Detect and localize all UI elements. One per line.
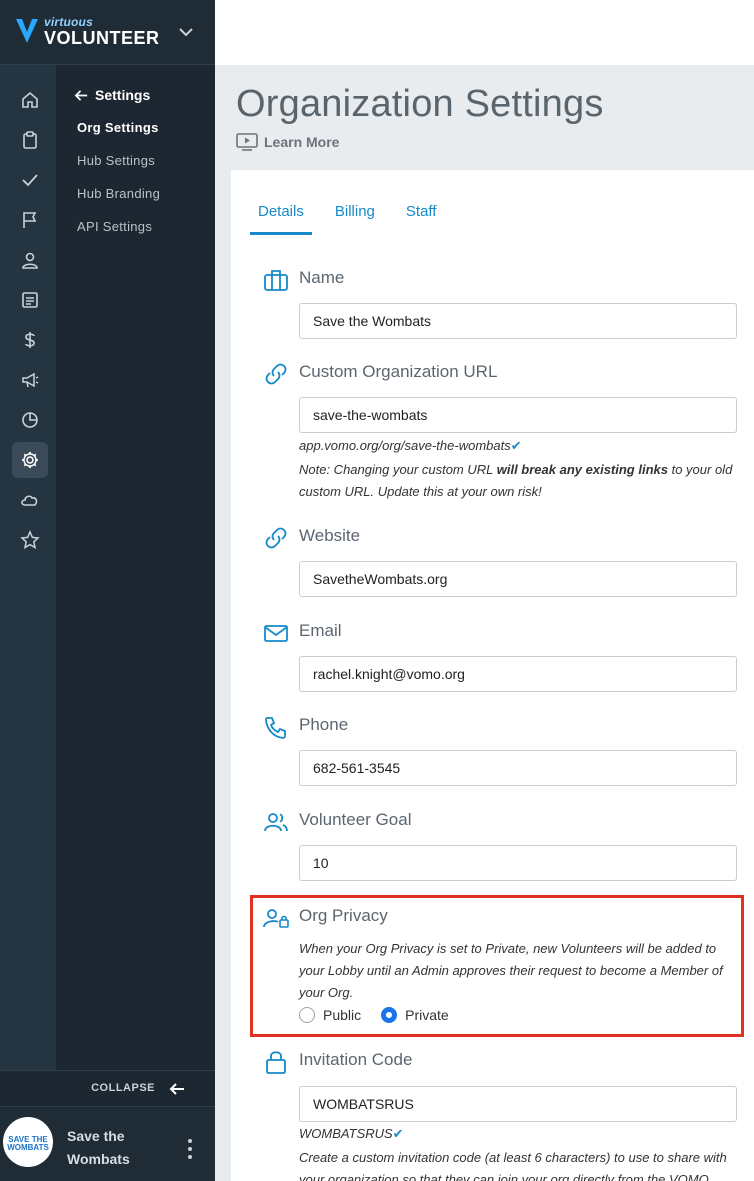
dollar-icon[interactable] — [12, 322, 48, 358]
video-play-icon — [236, 133, 258, 151]
settings-nav — [56, 65, 215, 1070]
privacy-option-public[interactable]: Public — [299, 1007, 361, 1023]
custom-url-preview-text: app.vomo.org/org/save-the-wombats — [299, 438, 511, 453]
nav-item-hub-branding[interactable]: Hub Branding — [77, 186, 160, 201]
tab-staff[interactable]: Staff — [398, 201, 445, 235]
name-field: Name Save the Wombats — [262, 268, 742, 340]
collapse-button[interactable]: COLLAPSE — [0, 1070, 215, 1106]
website-label: Website — [299, 526, 361, 545]
privacy-public-label: Public — [323, 1007, 362, 1023]
website-field: Website SavetheWombats.org — [262, 526, 742, 598]
nav-item-api-settings[interactable]: API Settings — [77, 219, 152, 234]
collapse-label: COLLAPSE — [91, 1082, 155, 1094]
invitation-code-preview: WOMBATSRUS✔ — [299, 1123, 739, 1145]
gear-icon[interactable] — [12, 442, 48, 478]
learn-more-label: Learn More — [264, 134, 340, 150]
brand-header[interactable]: virtuous VOLUNTEER — [0, 0, 215, 65]
pie-chart-icon[interactable] — [12, 402, 48, 438]
link-icon — [265, 527, 287, 549]
invitation-code-note: Create a custom invitation code (at leas… — [299, 1150, 727, 1181]
document-icon[interactable] — [12, 282, 48, 318]
org-avatar-text: SAVE THE WOMBATS — [7, 1135, 49, 1152]
invitation-code-input[interactable]: WOMBATSRUS — [299, 1086, 737, 1122]
privacy-option-private[interactable]: Private — [381, 1007, 449, 1023]
top-bar — [215, 0, 754, 65]
phone-input[interactable]: 682-561-3545 — [299, 750, 737, 786]
org-privacy-description: When your Org Privacy is set to Private,… — [299, 941, 723, 1000]
email-label: Email — [299, 621, 342, 640]
invitation-code-preview-text: WOMBATSRUS — [299, 1126, 393, 1141]
virtuous-logo-icon — [16, 19, 38, 43]
brand-small-text: virtuous — [44, 15, 93, 29]
privacy-private-label: Private — [405, 1007, 449, 1023]
arrow-left-icon — [74, 89, 88, 101]
nav-item-hub-settings[interactable]: Hub Settings — [77, 153, 155, 168]
radio-private[interactable] — [381, 1007, 398, 1023]
envelope-icon — [264, 625, 288, 642]
website-input[interactable]: SavetheWombats.org — [299, 561, 737, 597]
privacy-options: Public Private — [299, 1007, 449, 1023]
learn-more-link[interactable]: Learn More — [236, 133, 339, 151]
nav-item-org-settings[interactable]: Org Settings — [77, 120, 159, 135]
settings-back-label: Settings — [95, 87, 151, 103]
custom-url-preview: app.vomo.org/org/save-the-wombats✔ — [299, 435, 739, 457]
tab-details[interactable]: Details — [250, 201, 312, 235]
user-icon[interactable] — [12, 242, 48, 278]
home-icon[interactable] — [12, 82, 48, 118]
org-privacy-label: Org Privacy — [299, 906, 388, 925]
org-name: Save the Wombats — [67, 1128, 130, 1167]
settings-tabs: Details Billing Staff — [250, 201, 459, 235]
email-field: Email rachel.knight@vomo.org — [262, 621, 742, 693]
arrow-left-icon — [169, 1083, 184, 1095]
flag-icon[interactable] — [12, 202, 48, 238]
invitation-code-label: Invitation Code — [299, 1050, 413, 1069]
name-label: Name — [299, 268, 345, 287]
briefcase-icon — [264, 270, 288, 291]
brand-name: VOLUNTEER — [44, 28, 160, 48]
custom-url-label: Custom Organization URL — [299, 362, 498, 381]
phone-label: Phone — [299, 715, 349, 734]
volunteer-goal-input[interactable]: 10 — [299, 845, 737, 881]
volunteer-goal-label: Volunteer Goal — [299, 810, 412, 829]
custom-url-input[interactable]: save-the-wombats — [299, 397, 737, 433]
check-icon[interactable] — [12, 162, 48, 198]
email-input[interactable]: rachel.knight@vomo.org — [299, 656, 737, 692]
custom-url-field: Custom Organization URL save-the-wombats… — [262, 362, 742, 502]
clipboard-icon[interactable] — [12, 122, 48, 158]
custom-url-note-prefix: Note: Changing your custom URL — [299, 462, 497, 477]
org-switcher[interactable]: SAVE THE WOMBATS Save the Wombats — [0, 1106, 215, 1181]
custom-url-note: Note: Changing your custom URL will brea… — [299, 459, 739, 503]
settings-back-link[interactable]: Settings — [74, 87, 150, 103]
check-icon: ✔ — [392, 1126, 404, 1141]
users-icon — [264, 813, 288, 832]
volunteer-goal-field: Volunteer Goal 10 — [262, 810, 742, 882]
megaphone-icon[interactable] — [12, 362, 48, 398]
org-avatar: SAVE THE WOMBATS — [3, 1117, 53, 1167]
invitation-code-field: Invitation Code WOMBATSRUS WOMBATSRUS✔ C… — [262, 1050, 742, 1181]
chevron-down-icon[interactable] — [178, 24, 194, 40]
name-input[interactable]: Save the Wombats — [299, 303, 737, 339]
custom-url-note-bold: will break any existing links — [496, 462, 668, 477]
check-icon: ✔ — [510, 438, 522, 453]
radio-public[interactable] — [299, 1007, 315, 1023]
cloud-icon[interactable] — [12, 482, 48, 518]
link-icon — [265, 363, 287, 385]
phone-field: Phone 682-561-3545 — [262, 715, 742, 787]
lock-icon — [266, 1051, 286, 1074]
more-vertical-icon[interactable] — [183, 1137, 197, 1161]
phone-icon — [265, 717, 286, 739]
page-title: Organization Settings — [236, 83, 604, 125]
tab-billing[interactable]: Billing — [327, 201, 383, 235]
org-privacy-field: Org Privacy When your Org Privacy is set… — [262, 906, 742, 1030]
star-icon[interactable] — [12, 522, 48, 558]
user-lock-icon — [263, 909, 289, 928]
